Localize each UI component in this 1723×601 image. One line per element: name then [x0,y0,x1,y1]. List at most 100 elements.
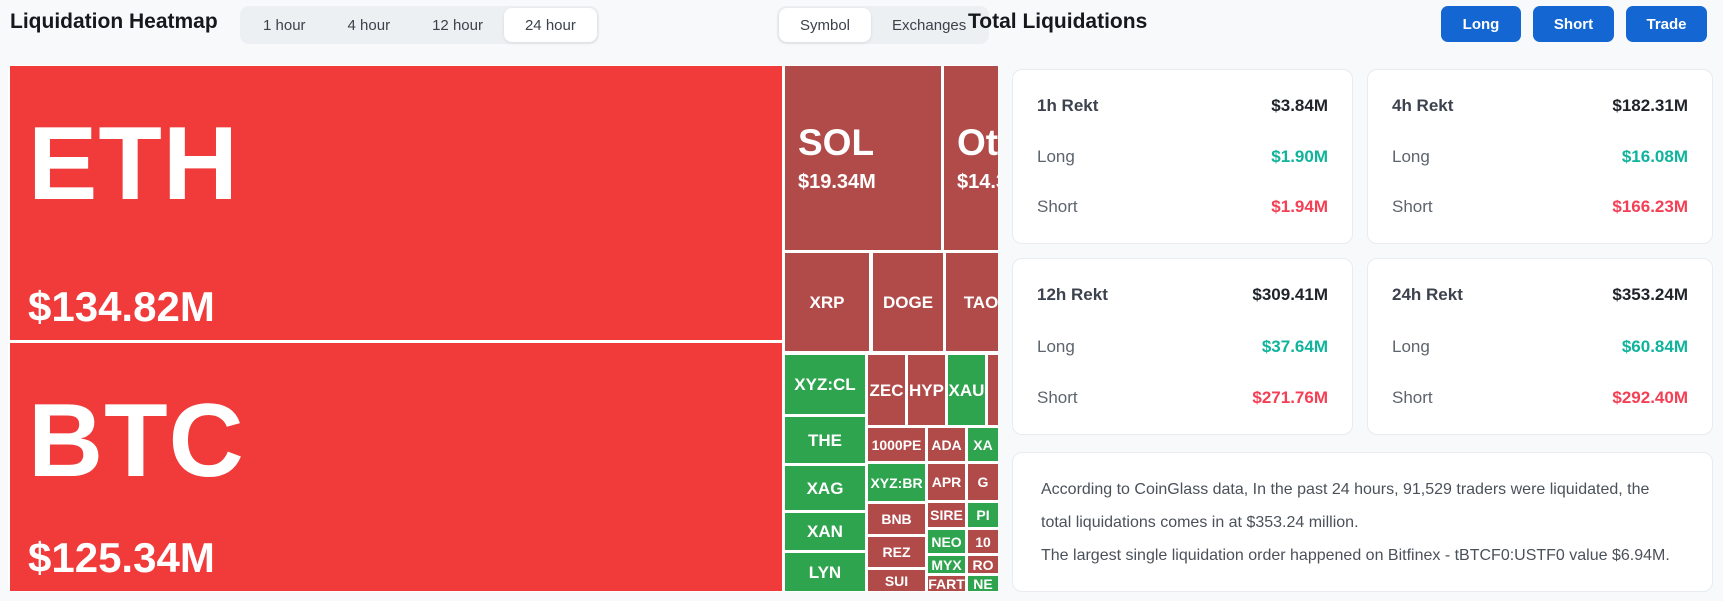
summary-line-2: The largest single liquidation order hap… [1041,539,1684,572]
long-value: $60.84M [1622,337,1688,357]
heatmap-tile-apr[interactable]: APR [928,464,965,500]
long-label: Long [1392,147,1430,167]
tile-symbol: G [978,475,989,489]
heatmap-tile-pi[interactable]: PI [968,503,998,527]
heatmap-tile-xa[interactable]: XA [968,428,998,461]
tile-symbol: XAG [807,480,844,497]
card-title: 4h Rekt [1392,96,1453,116]
long-label: Long [1392,337,1430,357]
card-title: 12h Rekt [1037,285,1108,305]
time-filter-24h-active[interactable]: 24 hour [504,8,597,42]
summary-line-1: According to CoinGlass data, In the past… [1041,473,1684,539]
liquidation-heatmap-page: Liquidation Heatmap 1 hour 4 hour 12 hou… [0,0,1723,601]
tile-symbol: THE [808,432,842,449]
rekt-card-24h: 24h Rekt $353.24M Long $60.84M Short $29… [1367,258,1713,435]
heatmap-tile-eth[interactable]: ETH $134.82M [10,66,782,340]
tile-value: $134.82M [28,286,215,328]
tile-symbol: Others [957,124,998,161]
tile-symbol: XYZ:BR [870,476,922,490]
tile-symbol: 10 [975,535,991,549]
tile-symbol: APR [932,475,962,489]
card-title: 1h Rekt [1037,96,1098,116]
tile-symbol: RO [973,558,994,572]
heatmap: ETH $134.82M BTC $125.34M SOL$19.34M Others $1… [8,65,998,592]
short-value: $292.40M [1612,388,1688,408]
view-toggle-symbol-active[interactable]: Symbol [779,8,871,42]
tile-symbol: SIRE [930,508,963,522]
time-filter-12h[interactable]: 12 hour [411,8,504,42]
short-button[interactable]: Short [1533,6,1614,42]
heatmap-tile-10[interactable]: 10 [968,530,998,553]
time-filter-4h[interactable]: 4 hour [327,8,412,42]
heatmap-tile-sui[interactable]: SUI [868,570,925,591]
rekt-card-1h: 1h Rekt $3.84M Long $1.90M Short $1.94M [1012,69,1353,244]
tile-symbol: XAN [807,523,843,540]
tile-symbol: ZEC [870,382,904,399]
heatmap-tile-fart[interactable]: FART [928,576,965,591]
short-label: Short [1392,388,1433,408]
heatmap-tile-hyp[interactable]: HYP [908,355,945,425]
tile-symbol: HYP [909,382,944,399]
heatmap-tile-sol[interactable]: SOL$19.34M [785,66,941,250]
tile-symbol: MYX [931,558,961,572]
time-filter-1h[interactable]: 1 hour [242,8,327,42]
tile-symbol: BNB [881,512,911,526]
heatmap-tile-xyz-cl[interactable]: XYZ:CL [785,355,865,414]
heatmap-tile-neo[interactable]: NEO [928,530,965,553]
heatmap-tile-bnb[interactable]: BNB [868,504,925,534]
heatmap-tile-xag[interactable]: XAG [785,466,865,510]
page-title: Liquidation Heatmap [10,10,218,34]
heatmap-tile-doge[interactable]: DOGE [873,253,943,351]
heatmap-tile-xyz-br[interactable]: XYZ:BR [868,464,925,501]
heatmap-tile-lyn[interactable]: LYN [785,553,865,591]
tile-symbol: TAO [964,294,998,311]
long-label: Long [1037,147,1075,167]
heatmap-tile-ada[interactable]: ADA [928,428,965,461]
tile-symbol: XA [973,438,992,452]
heatmap-tile-unlabeled[interactable] [988,355,998,425]
tile-value: $19.34M [798,172,876,192]
heatmap-tile-xau[interactable]: XAU [948,355,985,425]
rekt-card-4h: 4h Rekt $182.31M Long $16.08M Short $166… [1367,69,1713,244]
tile-symbol: NEO [931,535,961,549]
tile-value: $14.39M [957,172,998,192]
tile-symbol: REZ [883,545,911,559]
heatmap-tile-myx[interactable]: MYX [928,556,965,573]
long-value: $37.64M [1262,337,1328,357]
card-total: $182.31M [1612,96,1688,116]
liquidation-summary-card: According to CoinGlass data, In the past… [1012,452,1713,592]
heatmap-tile-zec[interactable]: ZEC [868,355,905,425]
tile-symbol: ETH [28,112,239,216]
tile-symbol: XRP [810,294,845,311]
heatmap-tile-xrp[interactable]: XRP [785,253,869,351]
short-label: Short [1037,197,1078,217]
heatmap-tile-tao[interactable]: TAO [946,253,998,351]
long-value: $1.90M [1271,147,1328,167]
tile-symbol: FART [928,577,965,591]
long-label: Long [1037,337,1075,357]
heatmap-tile-ne[interactable]: NE [968,576,998,591]
tile-symbol: SUI [885,574,908,588]
short-value: $1.94M [1271,197,1328,217]
heatmap-tile-the[interactable]: THE [785,417,865,463]
total-liquidations-title: Total Liquidations [968,10,1147,34]
rekt-card-12h: 12h Rekt $309.41M Long $37.64M Short $27… [1012,258,1353,435]
heatmap-tile-g[interactable]: G [968,464,998,500]
heatmap-tile-ro[interactable]: RO [968,556,998,573]
tile-symbol: ADA [931,438,961,452]
long-button[interactable]: Long [1441,6,1521,42]
heatmap-tile-1000pe[interactable]: 1000PE [868,428,925,461]
tile-value: $125.34M [28,537,215,579]
trade-button[interactable]: Trade [1626,6,1707,42]
card-total: $3.84M [1271,96,1328,116]
short-value: $166.23M [1612,197,1688,217]
heatmap-tile-rez[interactable]: REZ [868,537,925,567]
tile-symbol: BTC [28,389,245,493]
card-total: $309.41M [1252,285,1328,305]
tile-symbol: XYZ:CL [794,376,855,393]
heatmap-tile-sire[interactable]: SIRE [928,503,965,527]
heatmap-tile-xan[interactable]: XAN [785,513,865,550]
tile-symbol: LYN [809,564,841,581]
heatmap-tile-others[interactable]: Others $14.39M [944,66,998,250]
heatmap-tile-btc[interactable]: BTC $125.34M [10,343,782,591]
